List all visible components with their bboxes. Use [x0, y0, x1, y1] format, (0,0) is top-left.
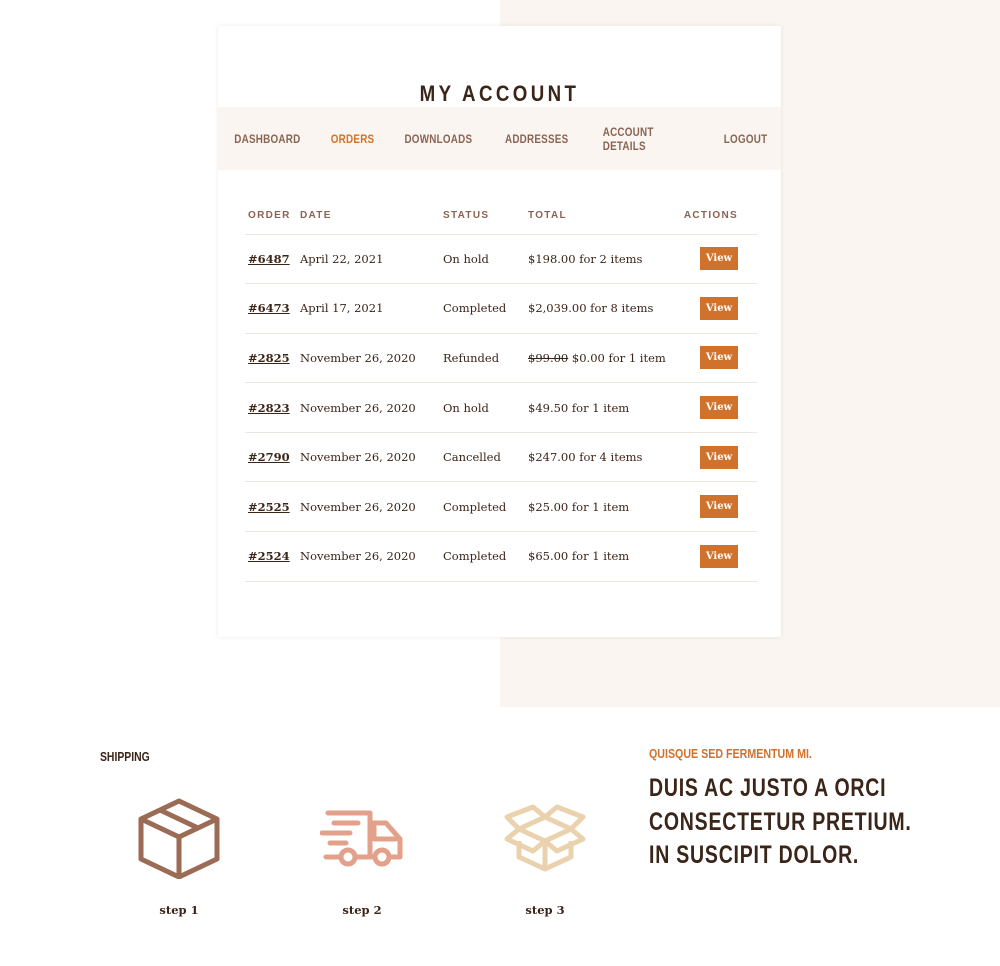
column-header-date: DATE	[297, 198, 440, 235]
order-actions-cell: View	[676, 333, 757, 384]
order-number-cell: #2525	[245, 481, 297, 533]
order-status: On hold	[440, 382, 525, 433]
page-title: MY ACCOUNT	[419, 81, 580, 106]
table-row: #2524 November 26, 2020 Completed $65.00 fo…	[245, 531, 757, 582]
nav-addresses[interactable]: ADDRESSES	[505, 132, 568, 146]
promo-heading-line: DUIS AC JUSTO A ORCI	[649, 774, 887, 802]
view-order-button[interactable]: View	[700, 346, 738, 370]
order-status: Completed	[440, 283, 525, 334]
order-status: Completed	[440, 531, 525, 582]
order-number-link[interactable]: #2825	[248, 351, 290, 365]
delivery-truck-icon	[320, 810, 403, 867]
orders-table: ORDER DATE STATUS TOTAL ACTIONS #6487 Apr…	[245, 198, 757, 582]
order-number-link[interactable]: #6487	[248, 252, 290, 266]
order-date: November 26, 2020	[297, 432, 440, 483]
order-total-cell: $65.00 for 1 item	[525, 531, 677, 582]
order-total-cell: $49.50 for 1 item	[525, 382, 677, 433]
order-total: $0.00 for 1 item	[571, 350, 666, 365]
order-actions-cell: View	[676, 234, 757, 285]
column-header-order: ORDER	[245, 198, 297, 235]
original-total: $99.00	[528, 350, 569, 365]
view-order-button[interactable]: View	[700, 396, 738, 420]
nav-dashboard[interactable]: DASHBOARD	[234, 132, 300, 146]
order-total: $247.00 for 4 items	[528, 450, 643, 465]
order-number-cell: #6473	[245, 283, 297, 334]
shipping-step-1: step 1	[124, 795, 234, 917]
order-status: On hold	[440, 234, 525, 285]
order-status: Completed	[440, 481, 525, 533]
order-total: $49.50 for 1 item	[528, 400, 630, 415]
promo-heading-line: IN SUSCIPIT DOLOR.	[649, 841, 860, 869]
order-number-link[interactable]: #2524	[248, 549, 290, 563]
step-label: step 3	[525, 903, 565, 917]
order-date: November 26, 2020	[297, 481, 440, 533]
order-status: Cancelled	[440, 432, 525, 483]
step-label: step 1	[159, 903, 199, 917]
order-number-link[interactable]: #2525	[248, 500, 290, 514]
table-row: #2823 November 26, 2020 On hold $49.50 for …	[245, 382, 757, 433]
account-nav: DASHBOARD ORDERS DOWNLOADS ADDRESSES ACC…	[218, 107, 781, 170]
order-status: Refunded	[440, 333, 525, 384]
column-header-actions: ACTIONS	[676, 198, 757, 235]
shipping-step-2: step 2	[307, 795, 417, 917]
table-row: #2825 November 26, 2020 Refunded $99.00 $0.…	[245, 333, 757, 384]
table-row: #6487 April 22, 2021 On hold $198.00 for 2 …	[245, 234, 757, 285]
order-total-cell: $25.00 for 1 item	[525, 481, 677, 533]
nav-downloads[interactable]: DOWNLOADS	[404, 132, 472, 146]
order-date: November 26, 2020	[297, 382, 440, 433]
nav-account-details[interactable]: ACCOUNT DETAILS	[603, 125, 691, 153]
order-total-cell: $99.00 $0.00 for 1 item	[525, 333, 677, 384]
table-row: #2525 November 26, 2020 Completed $25.00 fo…	[245, 481, 757, 533]
order-total-cell: $198.00 for 2 items	[525, 234, 677, 285]
table-header-row: ORDER DATE STATUS TOTAL ACTIONS	[245, 198, 757, 235]
order-date: November 26, 2020	[297, 333, 440, 384]
order-actions-cell: View	[676, 283, 757, 334]
order-actions-cell: View	[676, 481, 757, 533]
promo-block: QUISQUE SED FERMENTUM MI. DUIS AC JUSTO …	[649, 746, 986, 873]
promo-heading-line: CONSECTETUR PRETIUM.	[649, 807, 912, 836]
order-total: $198.00 for 2 items	[528, 251, 643, 266]
step-label: step 2	[342, 903, 382, 917]
order-number-cell: #2524	[245, 531, 297, 582]
column-header-total: TOTAL	[525, 198, 677, 235]
order-date: April 17, 2021	[297, 283, 440, 334]
column-header-status: STATUS	[440, 198, 525, 235]
nav-orders[interactable]: ORDERS	[330, 132, 374, 146]
order-total-cell: $247.00 for 4 items	[525, 432, 677, 483]
order-number-cell: #2790	[245, 432, 297, 483]
view-order-button[interactable]: View	[700, 445, 738, 469]
table-row: #2790 November 26, 2020 Cancelled $247.00 f…	[245, 432, 757, 483]
order-total: $25.00 for 1 item	[528, 499, 630, 514]
order-number-link[interactable]: #6473	[248, 301, 290, 315]
order-number-cell: #2825	[245, 333, 297, 384]
table-row: #6473 April 17, 2021 Completed $2,039.00 fo…	[245, 283, 757, 334]
closed-box-icon	[138, 798, 220, 879]
order-actions-cell: View	[676, 432, 757, 483]
order-actions-cell: View	[676, 531, 757, 582]
order-number-cell: #2823	[245, 382, 297, 433]
my-account-card: MY ACCOUNT DASHBOARD ORDERS DOWNLOADS AD…	[218, 26, 781, 637]
view-order-button[interactable]: View	[700, 544, 738, 568]
order-number-link[interactable]: #2790	[248, 450, 290, 464]
order-total: $2,039.00 for 8 items	[528, 301, 654, 316]
order-date: November 26, 2020	[297, 531, 440, 582]
open-box-icon	[504, 804, 586, 872]
order-number-cell: #6487	[245, 234, 297, 285]
order-total: $65.00 for 1 item	[528, 549, 630, 564]
promo-kicker: QUISQUE SED FERMENTUM MI.	[649, 746, 812, 761]
shipping-step-3: step 3	[490, 795, 600, 917]
order-number-link[interactable]: #2823	[248, 401, 290, 415]
order-date: April 22, 2021	[297, 234, 440, 285]
view-order-button[interactable]: View	[700, 296, 738, 320]
order-total-cell: $2,039.00 for 8 items	[525, 283, 677, 334]
order-actions-cell: View	[676, 382, 757, 433]
view-order-button[interactable]: View	[700, 247, 738, 271]
promo-heading: DUIS AC JUSTO A ORCI CONSECTETUR PRETIUM…	[649, 772, 912, 873]
nav-logout[interactable]: LOGOUT	[724, 132, 768, 146]
shipping-label: SHIPPING	[100, 749, 150, 764]
view-order-button[interactable]: View	[700, 495, 738, 519]
